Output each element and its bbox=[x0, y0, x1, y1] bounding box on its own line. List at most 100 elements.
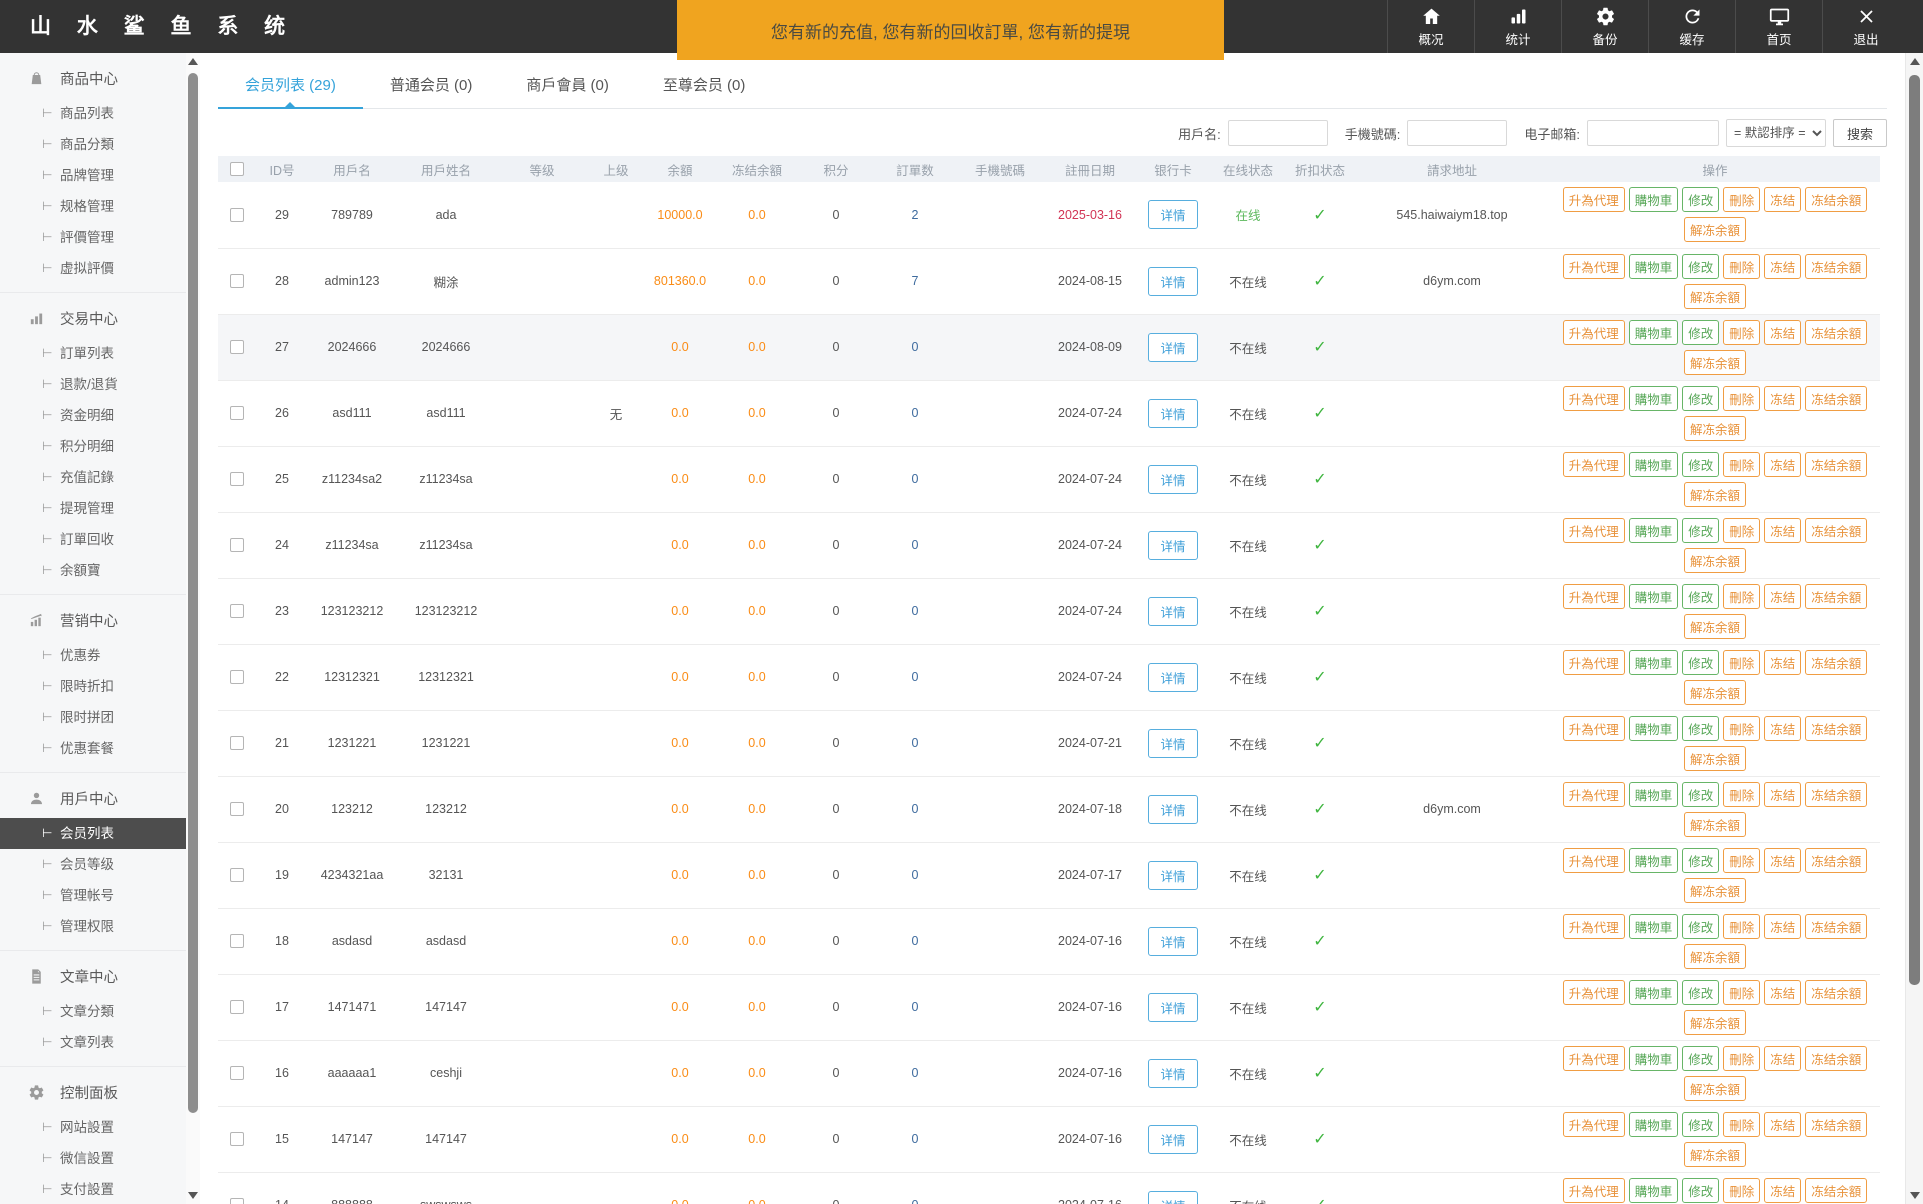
nav-cache[interactable]: 缓存 bbox=[1648, 0, 1735, 53]
action-button[interactable]: 解冻余額 bbox=[1683, 415, 1746, 441]
sidebar-section-header[interactable]: 用戶中心 bbox=[0, 778, 186, 818]
action-button[interactable]: 刪除 bbox=[1723, 1045, 1761, 1071]
action-button[interactable]: 購物車 bbox=[1628, 649, 1679, 675]
sidebar-item[interactable]: 网站設置 bbox=[0, 1112, 186, 1143]
sidebar-item[interactable]: 优惠券 bbox=[0, 640, 186, 671]
action-button[interactable]: 升為代理 bbox=[1562, 649, 1625, 675]
action-button[interactable]: 刪除 bbox=[1723, 715, 1761, 741]
sidebar-section-header[interactable]: 商品中心 bbox=[0, 58, 186, 98]
action-button[interactable]: 冻结余額 bbox=[1805, 649, 1868, 675]
action-button[interactable]: 購物車 bbox=[1628, 1045, 1679, 1071]
action-button[interactable]: 冻结 bbox=[1764, 319, 1802, 345]
bank-detail-button[interactable]: 详情 bbox=[1148, 530, 1198, 560]
action-button[interactable]: 升為代理 bbox=[1562, 319, 1625, 345]
action-button[interactable]: 升為代理 bbox=[1562, 1177, 1625, 1203]
action-button[interactable]: 解冻余額 bbox=[1683, 679, 1746, 705]
action-button[interactable]: 冻结 bbox=[1764, 451, 1802, 477]
action-button[interactable]: 冻结 bbox=[1764, 781, 1802, 807]
action-button[interactable]: 升為代理 bbox=[1562, 253, 1625, 279]
action-button[interactable]: 刪除 bbox=[1723, 781, 1761, 807]
action-button[interactable]: 冻结 bbox=[1764, 517, 1802, 543]
action-button[interactable]: 升為代理 bbox=[1562, 583, 1625, 609]
action-button[interactable]: 解冻余額 bbox=[1683, 547, 1746, 573]
action-button[interactable]: 刪除 bbox=[1723, 1177, 1761, 1203]
action-button[interactable]: 冻结 bbox=[1764, 583, 1802, 609]
action-button[interactable]: 解冻余額 bbox=[1683, 1009, 1746, 1035]
action-button[interactable]: 冻结余額 bbox=[1805, 451, 1868, 477]
sidebar-item[interactable]: 积分明细 bbox=[0, 431, 186, 462]
bank-detail-button[interactable]: 详情 bbox=[1148, 332, 1198, 362]
row-checkbox[interactable] bbox=[230, 736, 244, 751]
action-button[interactable]: 解冻余額 bbox=[1683, 481, 1746, 507]
sidebar-item[interactable]: 商品分類 bbox=[0, 129, 186, 160]
sidebar-section-header[interactable]: 控制面板 bbox=[0, 1072, 186, 1112]
action-button[interactable]: 刪除 bbox=[1723, 979, 1761, 1005]
scroll-down-icon[interactable] bbox=[1910, 1192, 1920, 1199]
action-button[interactable]: 冻结余額 bbox=[1805, 781, 1868, 807]
action-button[interactable]: 刪除 bbox=[1723, 847, 1761, 873]
action-button[interactable]: 解冻余額 bbox=[1683, 877, 1746, 903]
nav-overview[interactable]: 概况 bbox=[1387, 0, 1474, 53]
bank-detail-button[interactable]: 详情 bbox=[1148, 596, 1198, 626]
bank-detail-button[interactable]: 详情 bbox=[1148, 926, 1198, 956]
action-button[interactable]: 解冻余額 bbox=[1683, 745, 1746, 771]
action-button[interactable]: 冻结 bbox=[1764, 1111, 1802, 1137]
action-button[interactable]: 修改 bbox=[1682, 1177, 1720, 1203]
sidebar-item[interactable]: 評價管理 bbox=[0, 222, 186, 253]
action-button[interactable]: 購物車 bbox=[1628, 847, 1679, 873]
row-checkbox[interactable] bbox=[230, 670, 244, 685]
action-button[interactable]: 修改 bbox=[1682, 781, 1720, 807]
action-button[interactable]: 刪除 bbox=[1723, 517, 1761, 543]
bank-detail-button[interactable]: 详情 bbox=[1148, 860, 1198, 890]
sidebar-item[interactable]: 微信設置 bbox=[0, 1143, 186, 1174]
sidebar-scroll-thumb[interactable] bbox=[188, 73, 198, 1113]
phone-filter-input[interactable] bbox=[1407, 120, 1508, 146]
sidebar-scrollbar[interactable] bbox=[186, 53, 200, 1204]
bank-detail-button[interactable]: 详情 bbox=[1148, 1058, 1198, 1088]
action-button[interactable]: 冻结 bbox=[1764, 187, 1802, 213]
search-button[interactable]: 搜索 bbox=[1832, 119, 1887, 147]
bank-detail-button[interactable]: 详情 bbox=[1148, 662, 1198, 692]
row-checkbox[interactable] bbox=[230, 604, 244, 619]
action-button[interactable]: 冻结 bbox=[1764, 979, 1802, 1005]
action-button[interactable]: 升為代理 bbox=[1562, 781, 1625, 807]
action-button[interactable]: 升為代理 bbox=[1562, 187, 1625, 213]
row-checkbox[interactable] bbox=[230, 1132, 244, 1147]
action-button[interactable]: 升為代理 bbox=[1562, 847, 1625, 873]
bank-detail-button[interactable]: 详情 bbox=[1148, 794, 1198, 824]
bank-detail-button[interactable]: 详情 bbox=[1148, 728, 1198, 758]
action-button[interactable]: 升為代理 bbox=[1562, 979, 1625, 1005]
action-button[interactable]: 購物車 bbox=[1628, 517, 1679, 543]
action-button[interactable]: 修改 bbox=[1682, 583, 1720, 609]
action-button[interactable]: 修改 bbox=[1682, 517, 1720, 543]
action-button[interactable]: 購物車 bbox=[1628, 187, 1679, 213]
sidebar-item[interactable]: 文章分類 bbox=[0, 996, 186, 1027]
action-button[interactable]: 刪除 bbox=[1723, 1111, 1761, 1137]
sidebar-item[interactable]: 退款/退貨 bbox=[0, 369, 186, 400]
action-button[interactable]: 修改 bbox=[1682, 187, 1720, 213]
sort-select[interactable]: = 默認排序 = bbox=[1725, 119, 1826, 147]
sidebar-item[interactable]: 充值記錄 bbox=[0, 462, 186, 493]
action-button[interactable]: 解冻余額 bbox=[1683, 811, 1746, 837]
action-button[interactable]: 冻结 bbox=[1764, 253, 1802, 279]
sidebar-item[interactable]: 管理帐号 bbox=[0, 880, 186, 911]
action-button[interactable]: 升為代理 bbox=[1562, 517, 1625, 543]
tab[interactable]: 至尊会员 (0) bbox=[636, 65, 773, 108]
action-button[interactable]: 購物車 bbox=[1628, 913, 1679, 939]
scroll-up-icon[interactable] bbox=[188, 58, 198, 65]
sidebar-item[interactable]: 虚拟評價 bbox=[0, 253, 186, 284]
row-checkbox[interactable] bbox=[230, 934, 244, 949]
username-filter-input[interactable] bbox=[1227, 120, 1328, 146]
action-button[interactable]: 購物車 bbox=[1628, 715, 1679, 741]
action-button[interactable]: 升為代理 bbox=[1562, 1045, 1625, 1071]
row-checkbox[interactable] bbox=[230, 802, 244, 817]
row-checkbox[interactable] bbox=[230, 538, 244, 553]
action-button[interactable]: 冻结余額 bbox=[1805, 319, 1868, 345]
action-button[interactable]: 冻结余額 bbox=[1805, 253, 1868, 279]
row-checkbox[interactable] bbox=[230, 1000, 244, 1015]
select-all-checkbox[interactable] bbox=[230, 162, 244, 177]
action-button[interactable]: 修改 bbox=[1682, 847, 1720, 873]
action-button[interactable]: 冻结余額 bbox=[1805, 913, 1868, 939]
action-button[interactable]: 購物車 bbox=[1628, 451, 1679, 477]
action-button[interactable]: 冻结 bbox=[1764, 913, 1802, 939]
